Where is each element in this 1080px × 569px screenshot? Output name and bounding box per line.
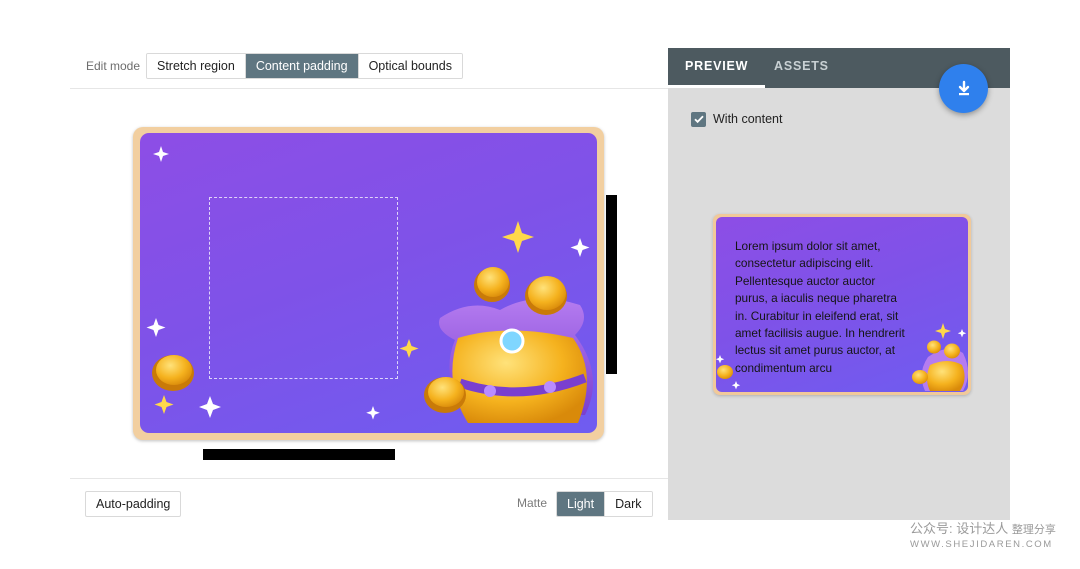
editor-bottom-bar: Auto-padding Matte Light Dark (70, 478, 668, 521)
preview-sample-text: Lorem ipsum dolor sit amet, consectetur … (735, 239, 905, 375)
download-icon (958, 80, 969, 95)
matte-label: Matte (517, 496, 548, 510)
auto-padding-button[interactable]: Auto-padding (85, 491, 182, 517)
nine-patch-artwork[interactable] (133, 127, 604, 440)
with-content-row: With content (691, 110, 782, 128)
watermark-brand: 设计达人 (956, 521, 1009, 536)
tab-preview[interactable]: PREVIEW (668, 48, 766, 88)
watermark-line1: 公众号: 设计达人 整理分享 (910, 518, 1070, 537)
matte-segmented-control: Light Dark (556, 491, 653, 517)
vertical-stretch-marker[interactable] (606, 195, 617, 374)
content-padding-region[interactable] (209, 197, 398, 379)
matte-light-button[interactable]: Light (557, 492, 606, 516)
watermark-url: WWW.SHEJIDAREN.COM (910, 539, 1053, 550)
preview-panel: PREVIEW ASSETS With content Lorem ipsum … (668, 48, 1010, 520)
tab-assets[interactable]: ASSETS (774, 48, 829, 88)
preview-nine-patch: Lorem ipsum dolor sit amet, consectetur … (713, 214, 971, 395)
with-content-label: With content (713, 112, 783, 126)
watermark-suffix: 整理分享 (1011, 524, 1056, 536)
checkmark-icon (693, 115, 704, 124)
artwork-purple-panel (140, 133, 597, 433)
horizontal-stretch-marker[interactable] (203, 449, 395, 460)
editor-canvas[interactable] (70, 89, 668, 478)
site-watermark: 公众号: 设计达人 整理分享 WWW.SHEJIDAREN.COM (910, 518, 1070, 550)
edit-mode-segmented-control: Stretch region Content padding Optical b… (146, 53, 463, 79)
content-padding-button[interactable]: Content padding (245, 54, 359, 78)
watermark-prefix: 公众号: (910, 521, 953, 536)
with-content-checkbox[interactable] (691, 111, 706, 127)
stretch-region-button[interactable]: Stretch region (147, 54, 246, 78)
edit-mode-label: Edit mode (86, 59, 141, 73)
preview-purple-panel: Lorem ipsum dolor sit amet, consectetur … (716, 217, 968, 392)
optical-bounds-button[interactable]: Optical bounds (358, 54, 462, 78)
matte-dark-button[interactable]: Dark (605, 492, 652, 516)
download-button[interactable] (939, 64, 988, 113)
edit-mode-toolbar: Edit mode Stretch region Content padding… (70, 48, 668, 89)
